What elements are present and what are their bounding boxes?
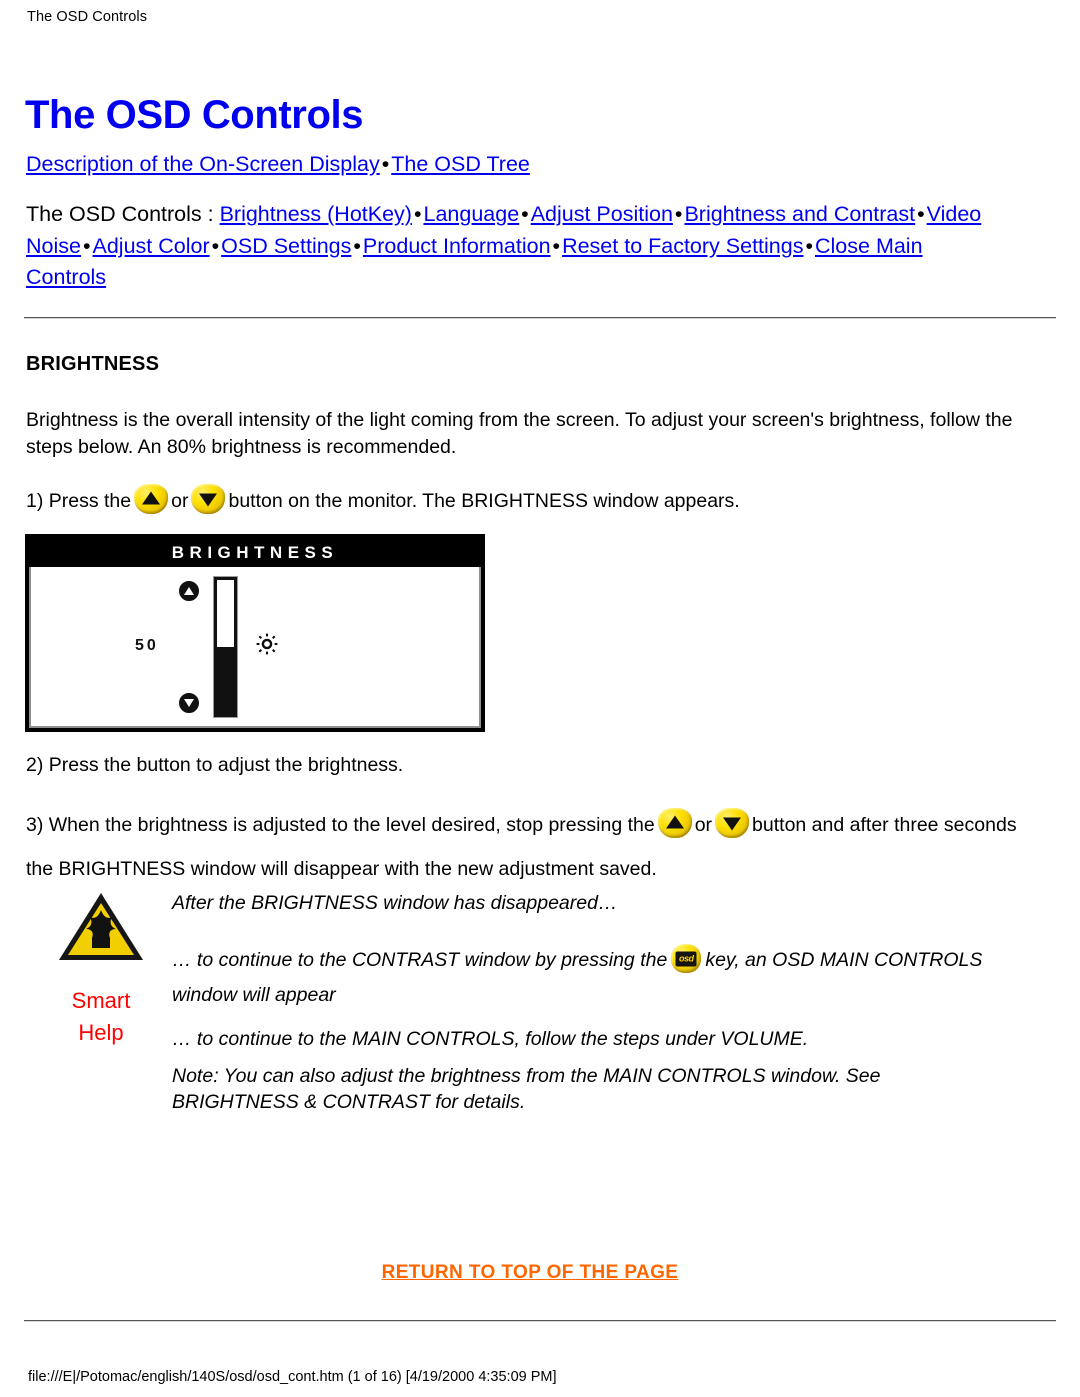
- help-p2-text-a: … to continue to the CONTRAST window by …: [172, 949, 668, 971]
- divider-bottom: [24, 1320, 1056, 1322]
- link-reset-to-factory-settings[interactable]: Reset to Factory Settings: [562, 234, 803, 258]
- triangle-down-icon: [715, 808, 750, 838]
- link-the-osd-tree[interactable]: The OSD Tree: [391, 152, 530, 176]
- step1-text-c: button on the monitor. The BRIGHTNESS wi…: [228, 490, 740, 512]
- bullet-separator: •: [917, 202, 925, 226]
- bullet-separator: •: [805, 233, 813, 258]
- triangle-up-icon: [657, 808, 692, 838]
- link-adjust-color[interactable]: Adjust Color: [93, 234, 210, 258]
- sun-brightness-icon: [256, 633, 278, 655]
- help-paragraph-2: … to continue to the CONTRAST window by …: [172, 943, 1002, 1013]
- help-paragraph-4: Note: You can also adjust the brightness…: [172, 1065, 881, 1113]
- bullet-separator: •: [521, 202, 529, 226]
- bullet-separator: •: [552, 233, 561, 258]
- bullet-separator: •: [211, 233, 220, 258]
- step3-text-a: 3) When the brightness is adjusted to th…: [26, 814, 655, 836]
- smart-help-label-line1: Smart: [71, 988, 131, 1013]
- link-description-on-screen-display[interactable]: Description of the On-Screen Display: [26, 152, 380, 176]
- document-page: The OSD Controls The OSD Controls Descri…: [0, 0, 1080, 1397]
- return-to-top-link[interactable]: RETURN TO TOP OF THE PAGE: [382, 1262, 679, 1283]
- step1-text-a: 1) Press the: [26, 490, 132, 512]
- link-language[interactable]: Language: [424, 202, 520, 226]
- bullet-separator: •: [82, 233, 91, 258]
- triangle-up-icon: [134, 484, 169, 514]
- triangle-down-icon: [191, 484, 226, 514]
- link-osd-settings[interactable]: OSD Settings: [221, 234, 351, 258]
- paragraph-intro: Brightness is the overall intensity of t…: [26, 409, 1013, 458]
- bullet-separator: •: [381, 152, 390, 176]
- paragraph-step-2: 2) Press the button to adjust the bright…: [26, 754, 404, 776]
- smart-help-label-line2: Help: [78, 1020, 124, 1045]
- breadcrumb: The OSD Controls: [27, 9, 148, 25]
- osd-key-label: osd: [675, 951, 697, 966]
- osd-brightness-value: 50: [135, 637, 159, 654]
- return-to-top: RETURN TO TOP OF THE PAGE: [0, 1262, 1060, 1284]
- paragraph-step-1: 1) Press the or button on the monitor. The…: [26, 484, 1036, 515]
- osd-key-icon: osd: [671, 944, 702, 973]
- osd-triangle-down-icon: [179, 693, 199, 713]
- section-heading-brightness: BRIGHTNESS: [26, 353, 160, 375]
- osd-slider-fill: [217, 647, 234, 714]
- divider-top: [24, 317, 1056, 319]
- nav-links-row-2: The OSD Controls : Brightness (HotKey)•L…: [26, 199, 986, 294]
- bullet-separator: •: [413, 202, 422, 226]
- nav-links-row-1: Description of the On-Screen Display•The…: [26, 149, 1026, 180]
- smart-help-label: Smart Help: [55, 985, 147, 1049]
- osd-window-title: BRIGHTNESS: [29, 538, 481, 567]
- nav-row2-prefix: The OSD Controls :: [26, 202, 220, 226]
- help-paragraph-1: After the BRIGHTNESS window has disappea…: [172, 892, 618, 914]
- footer-file-path: file:///E|/Potomac/english/140S/osd/osd_…: [28, 1369, 557, 1385]
- page-title: The OSD Controls: [25, 92, 364, 137]
- step3-text-b: or: [694, 814, 713, 836]
- osd-brightness-window: BRIGHTNESS 50: [25, 534, 485, 732]
- bullet-separator: •: [353, 233, 361, 258]
- link-brightness-hotkey[interactable]: Brightness (HotKey): [220, 202, 412, 226]
- bullet-separator: •: [674, 202, 683, 226]
- link-product-information[interactable]: Product Information: [363, 234, 551, 258]
- osd-window-body: 50: [29, 567, 481, 728]
- link-adjust-position[interactable]: Adjust Position: [531, 202, 673, 226]
- help-paragraph-3: … to continue to the MAIN CONTROLS, foll…: [172, 1028, 809, 1050]
- osd-triangle-up-icon: [179, 581, 199, 601]
- osd-brightness-slider[interactable]: [214, 577, 237, 717]
- paragraph-step-3: 3) When the brightness is adjusted to th…: [26, 803, 1036, 891]
- warning-triangle-icon: [55, 886, 147, 968]
- step1-text-b: or: [171, 490, 189, 512]
- link-brightness-and-contrast[interactable]: Brightness and Contrast: [684, 202, 915, 226]
